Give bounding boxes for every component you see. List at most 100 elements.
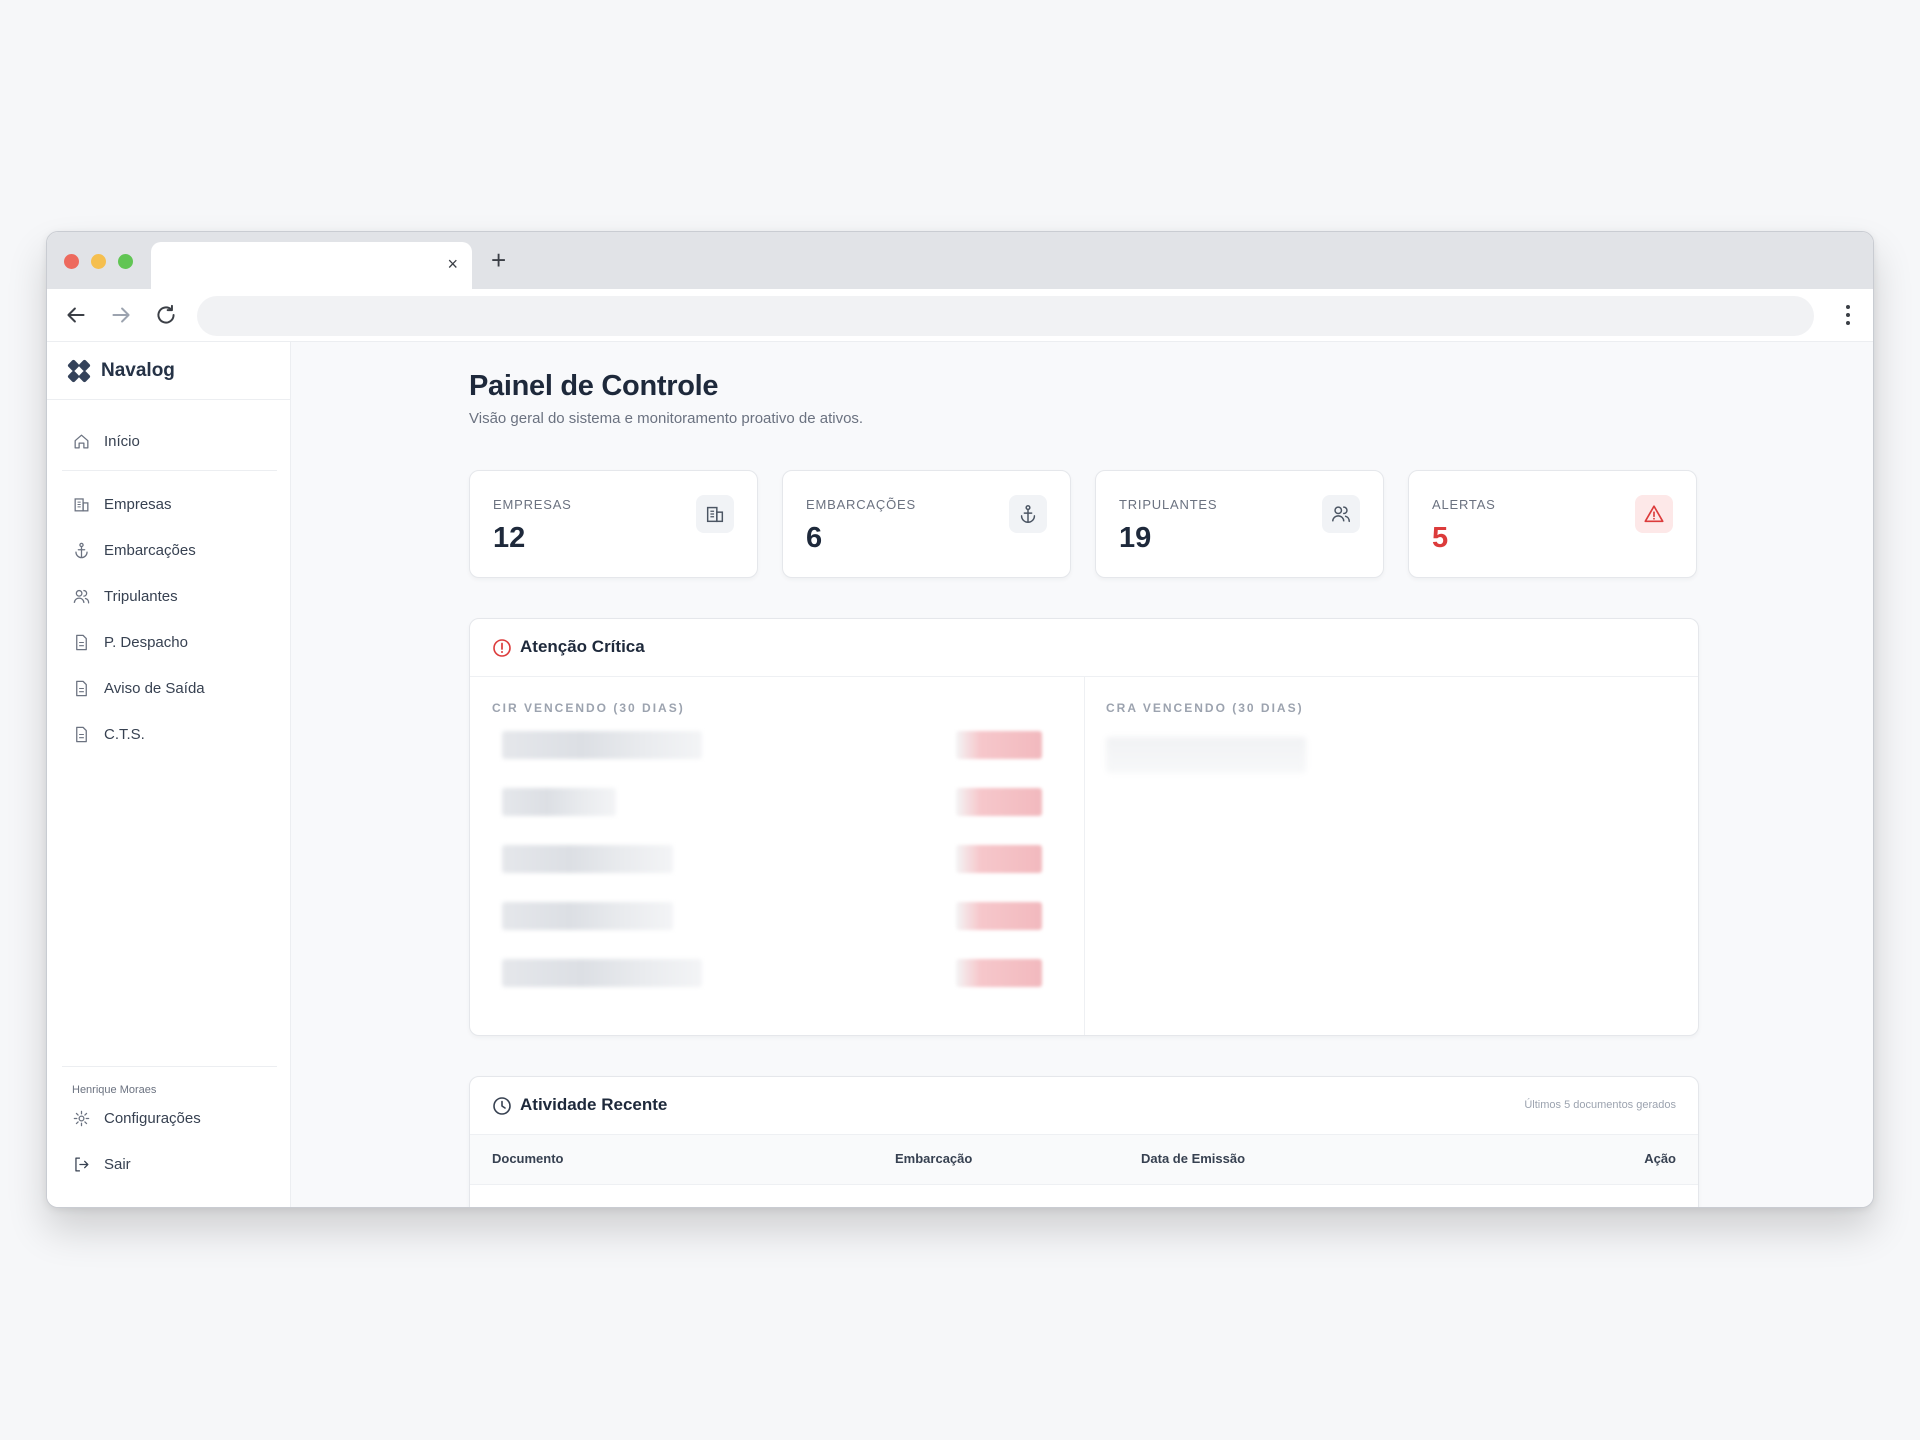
browser-menu-button[interactable]	[1843, 301, 1853, 329]
sidebar-item-aviso-de-saida[interactable]: Aviso de Saída	[62, 668, 277, 708]
sidebar-item-cts[interactable]: C.T.S.	[62, 714, 277, 754]
list-item[interactable]	[500, 786, 1062, 818]
cir-list	[492, 729, 1070, 1019]
column-header-embarcacao[interactable]: Embarcação	[895, 1151, 972, 1166]
stat-value: 12	[493, 522, 526, 554]
table-header: Documento Embarcação Data de Emissão Açã…	[470, 1135, 1698, 1185]
stat-icon	[1322, 495, 1360, 533]
logo-icon	[67, 359, 91, 383]
brand-name: Navalog	[101, 360, 175, 381]
list-item[interactable]	[500, 957, 1062, 989]
stat-icon	[696, 495, 734, 533]
maximize-window-button[interactable]	[118, 254, 133, 269]
browser-window: × + Navalog Início Empresas Embarcações …	[46, 231, 1874, 1208]
column-header-data-emissao[interactable]: Data de Emissão	[1141, 1151, 1245, 1166]
cir-column-title: CIR VENCENDO (30 DIAS)	[492, 701, 685, 715]
close-window-button[interactable]	[64, 254, 79, 269]
cra-list	[1106, 737, 1306, 773]
recent-activity-panel: Atividade Recente Últimos 5 documentos g…	[469, 1076, 1699, 1207]
divider	[62, 470, 277, 471]
panel-header: Atividade Recente Últimos 5 documentos g…	[470, 1077, 1698, 1135]
sidebar-item-label: Tripulantes	[104, 587, 178, 605]
stat-label: EMBARCAÇÕES	[806, 497, 916, 512]
arrow-right-icon	[112, 307, 130, 323]
divider	[1084, 677, 1085, 1035]
panel-title: Atenção Crítica	[520, 637, 645, 656]
app-content: Navalog Início Empresas Embarcações Trip…	[47, 342, 1873, 1207]
browser-toolbar	[47, 289, 1873, 342]
reload-button[interactable]	[153, 302, 179, 328]
stat-card-alertas[interactable]: ALERTAS 5	[1408, 470, 1697, 578]
divider	[62, 1066, 277, 1067]
back-button[interactable]	[63, 302, 89, 328]
sidebar-item-label: C.T.S.	[104, 725, 145, 743]
document-icon	[76, 680, 87, 696]
home-icon	[74, 434, 89, 448]
sidebar-item-configuracoes[interactable]: Configurações	[62, 1098, 277, 1138]
stat-value: 6	[806, 522, 823, 554]
panel-header: Atenção Crítica	[470, 619, 1698, 677]
building-icon	[74, 497, 89, 511]
more-vertical-icon	[1846, 305, 1850, 325]
critical-attention-panel: Atenção Crítica CIR VENCENDO (30 DIAS) C…	[469, 618, 1699, 1036]
logout-icon	[75, 1157, 89, 1171]
list-item[interactable]	[500, 729, 1062, 761]
reload-icon	[157, 304, 175, 324]
address-bar[interactable]	[197, 296, 1814, 336]
list-item[interactable]	[500, 900, 1062, 932]
sidebar-item-inicio[interactable]: Início	[62, 421, 277, 461]
sidebar-item-label: P. Despacho	[104, 633, 188, 651]
users-icon	[1332, 506, 1350, 523]
tab-close-button[interactable]: ×	[447, 254, 458, 274]
clock-icon	[492, 1096, 512, 1116]
sidebar-item-label: Aviso de Saída	[104, 679, 205, 697]
sidebar: Navalog Início Empresas Embarcações Trip…	[47, 342, 291, 1207]
anchor-icon	[75, 542, 88, 558]
alert-circle-icon	[492, 638, 512, 658]
users-icon	[73, 589, 90, 603]
stat-card-embarcacoes[interactable]: EMBARCAÇÕES 6	[782, 470, 1071, 578]
user-name: Henrique Moraes	[72, 1084, 157, 1096]
new-tab-button[interactable]: +	[491, 246, 506, 274]
browser-titlebar: × +	[47, 232, 1873, 289]
stat-card-tripulantes[interactable]: TRIPULANTES 19	[1095, 470, 1384, 578]
building-icon	[706, 506, 724, 523]
warning-triangle-icon	[1644, 505, 1664, 523]
brand[interactable]: Navalog	[67, 356, 175, 386]
sidebar-item-p-despacho[interactable]: P. Despacho	[62, 622, 277, 662]
anchor-icon	[1020, 505, 1036, 523]
sidebar-item-label: Embarcações	[104, 541, 196, 559]
stat-value: 5	[1432, 522, 1449, 554]
stat-icon	[1635, 495, 1673, 533]
sidebar-item-label: Início	[104, 432, 140, 450]
stat-icon	[1009, 495, 1047, 533]
stat-label: TRIPULANTES	[1119, 497, 1218, 512]
page-subtitle: Visão geral do sistema e monitoramento p…	[469, 410, 864, 427]
arrow-left-icon	[67, 307, 85, 323]
document-icon	[76, 634, 87, 650]
sidebar-item-empresas[interactable]: Empresas	[62, 484, 277, 524]
column-header-documento[interactable]: Documento	[492, 1151, 564, 1166]
sidebar-item-embarcacoes[interactable]: Embarcações	[62, 530, 277, 570]
forward-button[interactable]	[108, 302, 134, 328]
panel-title: Atividade Recente	[520, 1095, 668, 1114]
sidebar-item-sair[interactable]: Sair	[62, 1144, 277, 1184]
stat-label: ALERTAS	[1432, 497, 1496, 512]
sidebar-item-label: Empresas	[104, 495, 172, 513]
cra-column-title: CRA VENCENDO (30 DIAS)	[1106, 701, 1304, 715]
minimize-window-button[interactable]	[91, 254, 106, 269]
divider	[47, 399, 290, 400]
browser-tab[interactable]: ×	[151, 242, 472, 289]
sidebar-item-tripulantes[interactable]: Tripulantes	[62, 576, 277, 616]
list-item[interactable]	[500, 843, 1062, 875]
stat-label: EMPRESAS	[493, 497, 572, 512]
page-title: Painel de Controle	[469, 370, 719, 402]
gear-icon	[73, 1110, 90, 1126]
sidebar-item-label: Sair	[104, 1155, 131, 1173]
sidebar-item-label: Configurações	[104, 1109, 201, 1127]
stat-card-empresas[interactable]: EMPRESAS 12	[469, 470, 758, 578]
column-header-acao[interactable]: Ação	[1644, 1151, 1676, 1166]
panel-note: Últimos 5 documentos gerados	[1524, 1099, 1676, 1111]
document-icon	[76, 726, 87, 742]
stat-value: 19	[1119, 522, 1152, 554]
